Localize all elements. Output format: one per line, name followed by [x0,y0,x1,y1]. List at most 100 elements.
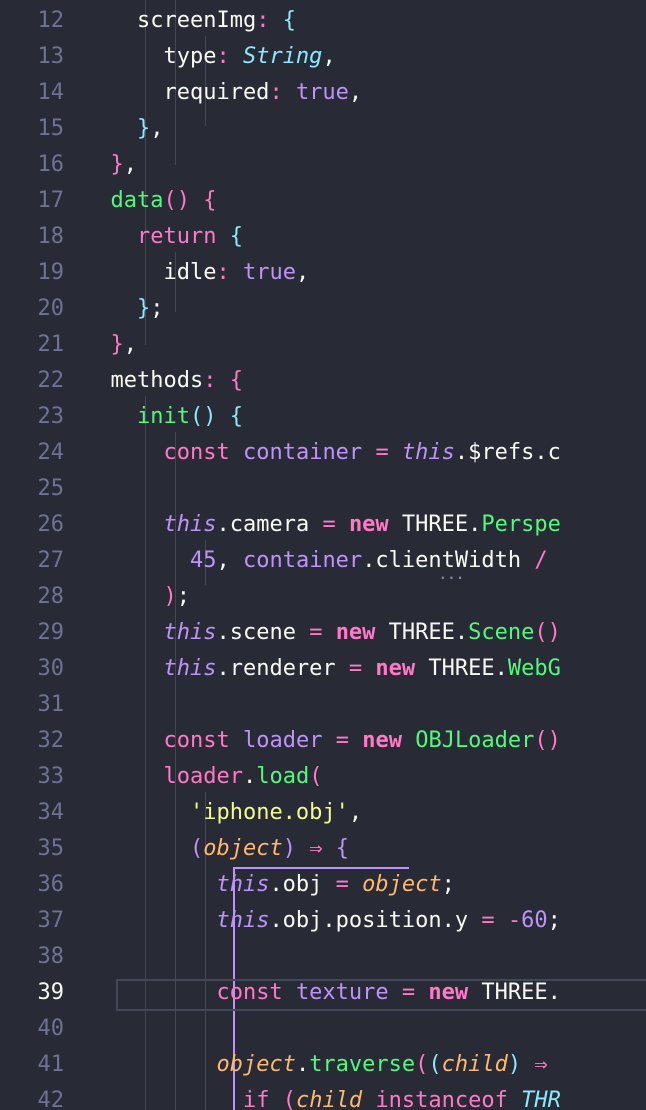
code-line[interactable]: 31 [0,687,646,723]
code-line[interactable]: 16 }, [0,147,646,183]
code-line[interactable]: 33 loader.load( [0,759,646,795]
code-line[interactable]: 17 data() { [0,183,646,219]
code-token: ; [547,908,561,933]
code-token: . [242,764,257,789]
line-number: 18 [37,224,65,249]
code-token: = [348,656,363,681]
code-editor[interactable]: 12 screenImg: {13 type: String, 14 requir… [0,0,646,1110]
code-token: .scene [216,620,310,645]
code-line[interactable]: 39 const texture = new THREE. [0,975,646,1011]
code-line[interactable]: 30 this.renderer = new THREE.WebG [0,651,646,687]
code-token: THREE. [415,656,508,681]
code-token: } [110,332,124,357]
code-line[interactable]: 28 ); [0,579,646,615]
code-token: : [269,80,283,105]
code-line[interactable]: 19 idle: true, [0,255,646,291]
code-token: return [136,224,217,249]
code-line[interactable]: 15 }, [0,111,646,147]
code-line[interactable]: 12 screenImg: { [0,3,646,39]
code-line[interactable]: 20 }; [0,291,646,327]
line-number: 20 [37,296,65,321]
code-token: ( [428,1052,442,1077]
code-token: this [216,908,270,933]
code-text: const texture = new THREE. [84,975,560,1011]
code-text: this.scene = new THREE.Scene() [84,615,561,651]
line-number: 31 [37,692,65,717]
line-number: 19 [37,260,65,285]
hover-hint-dots[interactable]: ... [438,564,465,583]
code-line[interactable]: 14 required: true, [0,75,646,111]
code-line[interactable]: 22 methods: { [0,363,646,399]
code-line[interactable]: 35 (object) ⇒ { [0,831,646,867]
code-line[interactable]: 21 }, [0,327,646,363]
code-token: , [216,548,243,573]
code-token: THREE. [375,620,469,645]
line-number: 15 [37,116,65,141]
code-line[interactable]: 26 this.camera = new THREE.Perspe [0,507,646,543]
code-token: init [136,404,190,429]
code-line[interactable]: 27 45, container.clientWidth / [0,543,646,579]
code-token: true [242,260,296,285]
code-token: traverse [309,1052,416,1077]
code-token: { [229,368,243,393]
code-line[interactable]: 36 this.obj = object; [0,867,646,903]
code-line[interactable]: 38 [0,939,646,975]
code-line[interactable]: 23 init() { [0,399,646,435]
code-line[interactable]: 37 this.obj.position.y = -60; [0,903,646,939]
code-token: this [401,440,455,465]
code-line[interactable]: 34 'iphone.obj', [0,795,646,831]
code-token: () [534,620,561,645]
code-token: required [84,80,270,105]
code-line[interactable]: 32 const loader = new OBJLoader() [0,723,646,759]
code-line[interactable]: 41 object.traverse((child) ⇒ [0,1047,646,1083]
code-token: , [348,80,363,105]
code-token: texture [295,980,389,1005]
code-line[interactable]: 25 [0,471,646,507]
code-token: { [282,8,296,33]
code-token: const [163,728,230,753]
code-text: (object) ⇒ { [84,831,349,867]
code-token: String [242,44,323,69]
code-text: }, [84,111,164,147]
code-token: = [401,980,416,1005]
code-token: new [335,620,376,645]
code-text: }, [84,327,138,363]
code-line[interactable]: 42 if (child instanceof THR [0,1083,646,1110]
code-line[interactable]: 29 this.scene = new THREE.Scene() [0,615,646,651]
line-number: 26 [37,512,65,537]
code-token: instanceof [375,1088,508,1110]
code-line[interactable]: 24 const container = this.$refs.c [0,435,646,471]
line-number: 40 [37,1016,65,1041]
code-line[interactable]: 40 [0,1011,646,1047]
code-token: loader [242,728,323,753]
code-token: () [163,188,190,213]
line-number: 42 [37,1088,65,1110]
code-token: .camera [216,512,323,537]
code-token: () [189,404,217,429]
line-number: 38 [37,944,65,969]
code-token: . [295,1052,310,1077]
line-number: 13 [37,44,65,69]
code-token: { [203,188,217,213]
code-token: true [295,80,349,105]
code-token: : [203,368,217,393]
code-token: ; [441,872,455,897]
code-line[interactable]: 18 return { [0,219,646,255]
code-line[interactable]: 13 type: String, [0,39,646,75]
line-number: 14 [37,80,65,105]
